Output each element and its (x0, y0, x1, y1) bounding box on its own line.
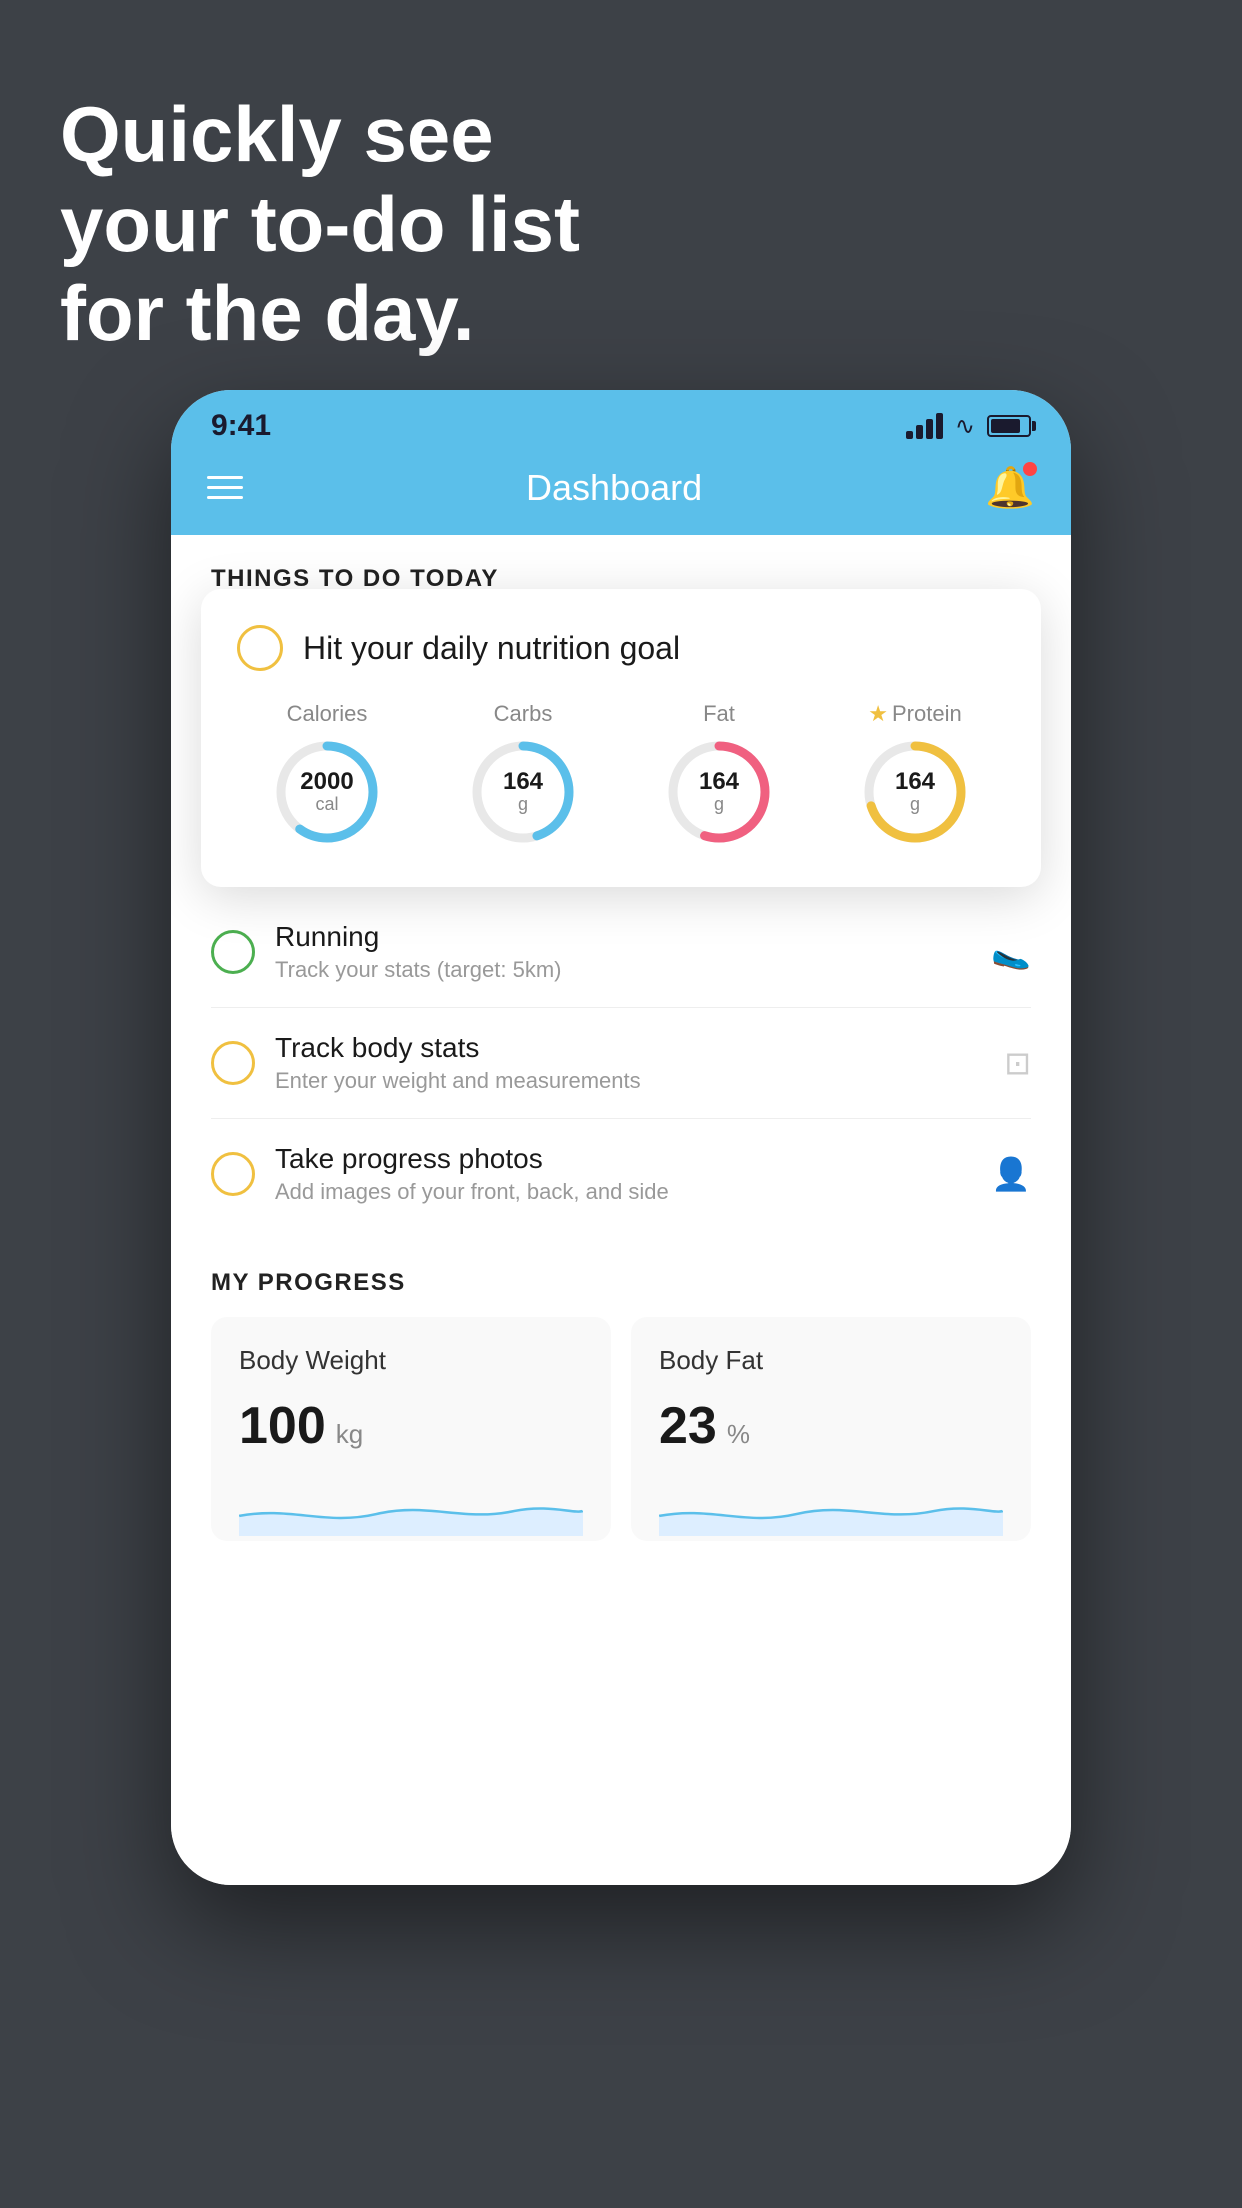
phone-content: THINGS TO DO TODAY Hit your daily nutrit… (171, 535, 1071, 1885)
progress-card-title: Body Fat (659, 1345, 1003, 1376)
todo-right-icon: ⊡ (1004, 1044, 1031, 1082)
donut-value: 164 g (503, 769, 543, 815)
status-bar: 9:41 ∿ (171, 390, 1071, 454)
phone-screen: 9:41 ∿ Dashboard 🔔 (171, 390, 1071, 1885)
todo-title: Running (275, 921, 971, 953)
nav-bar: Dashboard 🔔 (171, 454, 1071, 535)
nutrition-item: Calories 2000 cal (272, 701, 382, 847)
progress-card[interactable]: Body Fat 23 % (631, 1317, 1031, 1541)
todo-text: Track body stats Enter your weight and m… (275, 1032, 984, 1094)
menu-button[interactable] (207, 476, 243, 499)
status-time: 9:41 (211, 409, 271, 443)
notification-button[interactable]: 🔔 (985, 464, 1035, 511)
status-icons: ∿ (906, 412, 1031, 441)
todo-list: Running Track your stats (target: 5km) 🥿… (171, 897, 1071, 1229)
donut-value: 164 g (895, 769, 935, 815)
todo-circle (211, 930, 255, 974)
todo-item[interactable]: Take progress photos Add images of your … (211, 1119, 1031, 1229)
todo-subtitle: Add images of your front, back, and side (275, 1179, 971, 1205)
phone-mockup: 9:41 ∿ Dashboard 🔔 (171, 390, 1071, 1885)
nutrition-label: Calories (287, 701, 368, 727)
signal-icon (906, 413, 943, 439)
nutrition-label: Fat (703, 701, 735, 727)
nutrition-grid: Calories 2000 cal Carbs (237, 701, 1005, 847)
battery-icon (987, 415, 1031, 437)
progress-value-row: 23 % (659, 1396, 1003, 1456)
progress-unit: kg (336, 1419, 363, 1450)
todo-right-icon: 👤 (991, 1155, 1031, 1193)
wifi-icon: ∿ (955, 412, 975, 441)
nutrition-item: Carbs 164 g (468, 701, 578, 847)
progress-value: 23 (659, 1396, 717, 1456)
headline-line1: Quickly see (60, 90, 580, 180)
card-title: Hit your daily nutrition goal (303, 630, 680, 667)
headline-line3: for the day. (60, 269, 580, 359)
donut-value: 2000 cal (300, 769, 353, 815)
donut-chart: 164 g (860, 737, 970, 847)
nutrition-item: Fat 164 g (664, 701, 774, 847)
donut-value: 164 g (699, 769, 739, 815)
todo-subtitle: Enter your weight and measurements (275, 1068, 984, 1094)
nutrition-item: ★ Protein 164 g (860, 701, 970, 847)
headline-line2: your to-do list (60, 180, 580, 270)
progress-section: MY PROGRESS Body Weight 100 kg Body Fat … (171, 1229, 1071, 1541)
headline: Quickly see your to-do list for the day. (60, 90, 580, 359)
nutrition-label: Carbs (494, 701, 553, 727)
progress-header: MY PROGRESS (211, 1269, 1031, 1297)
todo-circle (211, 1152, 255, 1196)
card-circle-check[interactable] (237, 625, 283, 671)
progress-cards: Body Weight 100 kg Body Fat 23 % (211, 1317, 1031, 1541)
progress-card-title: Body Weight (239, 1345, 583, 1376)
progress-value: 100 (239, 1396, 326, 1456)
donut-chart: 164 g (468, 737, 578, 847)
progress-unit: % (727, 1419, 750, 1450)
todo-text: Running Track your stats (target: 5km) (275, 921, 971, 983)
todo-circle (211, 1041, 255, 1085)
todo-text: Take progress photos Add images of your … (275, 1143, 971, 1205)
card-title-row: Hit your daily nutrition goal (237, 625, 1005, 671)
donut-chart: 164 g (664, 737, 774, 847)
notification-dot (1023, 462, 1037, 476)
todo-title: Take progress photos (275, 1143, 971, 1175)
todo-right-icon: 🥿 (991, 933, 1031, 971)
progress-card[interactable]: Body Weight 100 kg (211, 1317, 611, 1541)
nav-title: Dashboard (526, 467, 702, 509)
todo-subtitle: Track your stats (target: 5km) (275, 957, 971, 983)
todo-title: Track body stats (275, 1032, 984, 1064)
nutrition-label: Protein (892, 701, 962, 727)
todo-item[interactable]: Track body stats Enter your weight and m… (211, 1008, 1031, 1119)
progress-value-row: 100 kg (239, 1396, 583, 1456)
star-icon: ★ (868, 701, 888, 727)
todo-item[interactable]: Running Track your stats (target: 5km) 🥿 (211, 897, 1031, 1008)
donut-chart: 2000 cal (272, 737, 382, 847)
nutrition-card: Hit your daily nutrition goal Calories 2… (201, 589, 1041, 887)
